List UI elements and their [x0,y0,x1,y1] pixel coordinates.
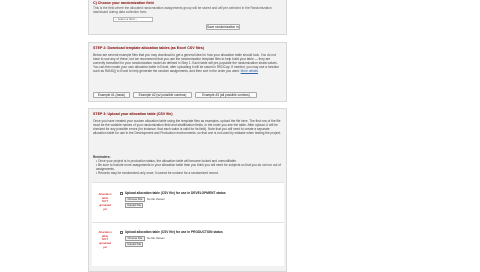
step2-panel: STEP 2: Download template allocation tab… [88,42,287,102]
upload-row-development: Allocation table NOT uploaded yet Upload… [92,182,284,222]
development-upload-button[interactable]: Upload File [125,203,143,208]
upload-status-development: Allocation table NOT uploaded yet [98,192,112,211]
step2-instructions: Below are several example files that you… [93,53,283,89]
development-no-file-text: No file chosen [147,196,165,201]
reminders-list: • Once your project is in production sta… [96,159,282,179]
example-2-button[interactable]: Example #2 (w/ possible combos) [133,92,192,98]
upload-row-production: Allocation table NOT uploaded yet Upload… [92,222,284,266]
development-upload-title: Upload allocation table (CSV file) for u… [125,191,226,195]
step1-header: C) Choose your randomization field [93,1,154,5]
reminder-item: • Be sure to include more assignments in… [96,163,281,172]
production-choose-file-button[interactable]: Choose File [125,236,145,241]
step1-panel: C) Choose your randomization field This … [88,0,287,35]
step1-description: This is the field where the allocated ra… [93,6,272,15]
production-upload-button[interactable]: Upload File [125,242,143,247]
reminder-item: • Records may be randomized only once; i… [96,171,219,176]
step2-header: STEP 2: Download template allocation tab… [93,46,204,50]
step3-header: STEP 3: Upload your allocation table (CS… [93,112,173,116]
upload-status-production: Allocation table NOT uploaded yet [98,230,112,249]
save-randomization-model-button[interactable]: Save randomization model [206,24,240,30]
development-choose-file-button[interactable]: Choose File [125,197,145,202]
more-details-link[interactable]: More details [241,69,258,73]
production-no-file-text: No file chosen [147,235,165,240]
production-upload-title: Upload allocation table (CSV file) for u… [125,230,223,234]
randomization-field-select[interactable]: -- select a field -- [113,17,153,22]
example-3-button[interactable]: Example #3 (all possible combos) [195,92,257,98]
development-upload-icon [120,192,123,195]
step3-instructions: Once you have created your custom alloca… [93,119,281,136]
production-upload-icon [120,231,123,234]
example-1-button[interactable]: Example #1 (basic) [93,92,130,98]
